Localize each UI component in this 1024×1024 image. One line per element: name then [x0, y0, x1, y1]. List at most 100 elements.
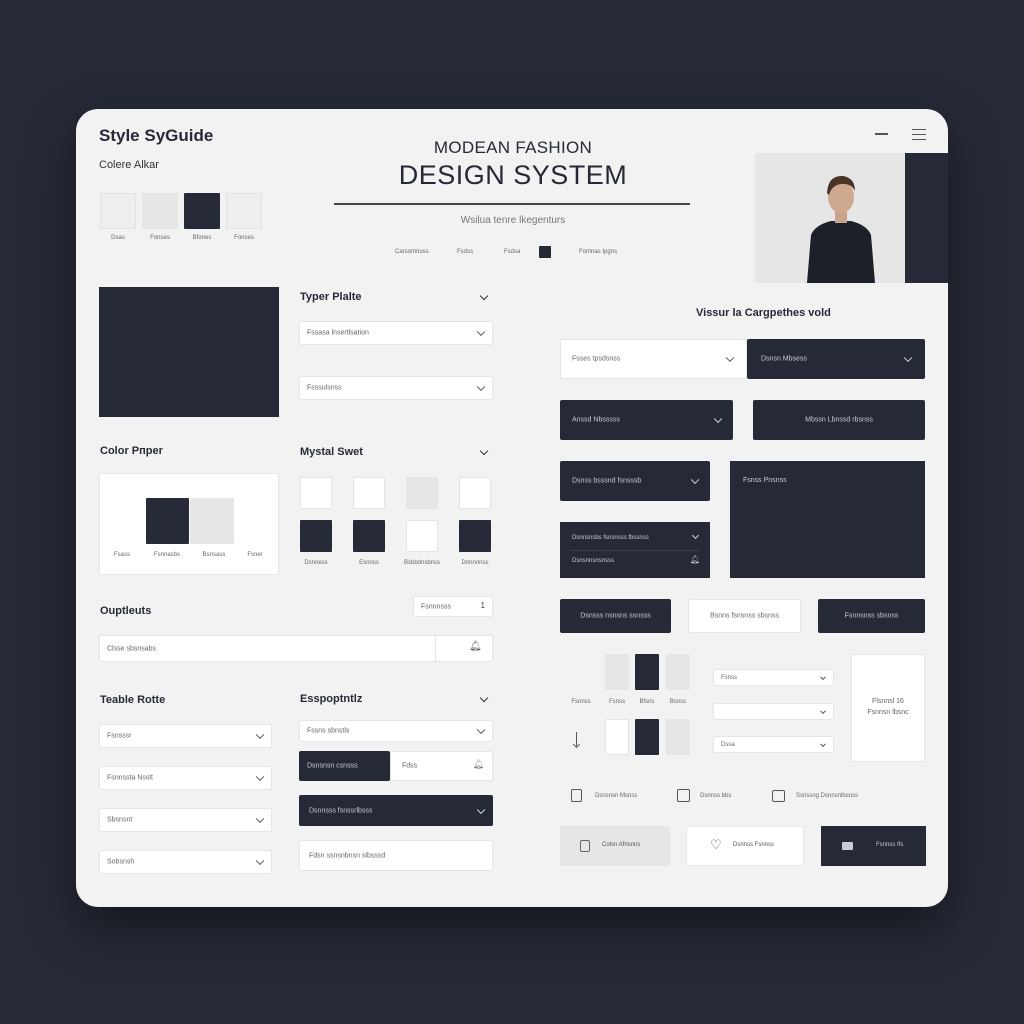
bell-icon[interactable]: 🔔︎ [473, 759, 484, 770]
mystal-swatch[interactable] [459, 520, 491, 552]
hero-link[interactable]: Fsdsa [504, 249, 520, 255]
top-swatch-4[interactable] [226, 193, 262, 229]
outfields-input[interactable]: Clsse sbsnsabs 🔔︎ [99, 635, 493, 662]
mini-select-1[interactable]: Fsnss [713, 669, 834, 686]
mini-select-3[interactable]: Dssa [713, 736, 834, 753]
select-label: Fsnnssta Nsslt [107, 774, 153, 782]
vc-dark-select-2[interactable]: Anssd Nbsssss [560, 400, 733, 440]
mystal-swatch[interactable] [300, 520, 332, 552]
vc-dark-button[interactable]: Mbssn Lbnssd rbsnss [753, 400, 925, 440]
arrow-down-icon-head [572, 740, 581, 749]
model-photo [755, 153, 948, 283]
type-palette-title: Typer Plalte [300, 291, 362, 303]
mystal-swatch[interactable] [353, 520, 385, 552]
chevron-down-icon[interactable] [479, 291, 489, 301]
mini-swatch[interactable] [635, 654, 659, 690]
top-swatch-3[interactable] [184, 193, 220, 229]
mini-swatch[interactable] [666, 654, 690, 690]
mystal-swatch[interactable] [406, 520, 438, 552]
mystal-swatch[interactable] [459, 477, 491, 509]
exports-split-right[interactable]: Fdss 🔔︎ [390, 751, 493, 781]
vc-button-dark-1[interactable]: Dsnsss nsnsns ssnsss [560, 599, 671, 633]
hamburger-menu-icon[interactable] [912, 129, 926, 140]
checkbox-icon[interactable] [677, 789, 690, 802]
mystal-swatch[interactable] [353, 477, 385, 509]
mini-swatch[interactable] [605, 719, 629, 755]
checkbox-icon[interactable] [571, 789, 582, 802]
table-rotte-select-1[interactable]: Fsnsssr [99, 724, 272, 748]
hero-line1: MODEAN FASHION [433, 138, 593, 157]
check-label: Dsnsnsn Msnss [595, 793, 638, 799]
mini-select-2[interactable] [713, 703, 834, 720]
tile-white[interactable]: ♡ Dsnnss Fsnnss [686, 826, 804, 866]
heart-icon: ♡ [710, 837, 722, 852]
chevron-down-icon [820, 740, 826, 747]
counter-field[interactable]: Fsnnnsss 1 [413, 596, 493, 617]
mystal-swatch[interactable] [406, 477, 438, 509]
mystal-swatch[interactable] [300, 477, 332, 509]
table-rotte-select-4[interactable]: Sobsnsh [99, 850, 272, 874]
top-swatch-1[interactable] [100, 193, 136, 229]
exports-title: Esspoрtntlz [300, 693, 363, 705]
exports-split-left[interactable]: Dsnsnsn csnsss [299, 751, 390, 781]
tile-label: Fsnnss Ifs [876, 842, 904, 848]
chevron-down-icon[interactable] [479, 446, 489, 456]
tile-label: Dsnnss Fsnnss [733, 842, 775, 848]
hero-dark-block [99, 287, 279, 417]
split-label: Fdss [402, 762, 418, 770]
exports-input[interactable]: Fdsn ssnsnbnsn slbsssd [299, 840, 493, 871]
mini-swatch[interactable] [666, 719, 690, 755]
table-rotte-select-2[interactable]: Fsnnssta Nsslt [99, 766, 272, 790]
chevron-down-icon [690, 475, 700, 485]
outfields-title: Ouptleuts [100, 605, 152, 617]
bell-icon[interactable]: 🔔︎ [690, 555, 700, 564]
vc-select-dark[interactable]: Dsnsn Mbsess [747, 339, 925, 379]
styleguide-card: Style SyGuide Colere Alkar Dsas Fonses B… [76, 109, 948, 907]
chevron-down-icon [255, 730, 265, 740]
hero-link[interactable]: Carsomnuss [395, 249, 429, 255]
hero-line2: DESIGN SYSTEM [398, 160, 628, 190]
tile-light[interactable]: Colsn Afrlsnns [560, 826, 670, 866]
mystal-label: Dsnness [304, 560, 328, 566]
minimize-icon[interactable] [875, 133, 888, 135]
chevron-down-icon[interactable] [479, 693, 489, 703]
checkbox-icon[interactable] [772, 790, 785, 802]
select-label: Dsnsn Mbsess [761, 355, 807, 363]
select-label: Fsses tpsdsnss [572, 355, 621, 363]
chevron-down-icon [476, 805, 486, 814]
exports-select[interactable]: Fssns sbnstls [299, 720, 493, 742]
outfields-placeholder: Clsse sbsnsabs [107, 645, 157, 652]
vc-stacked-field[interactable]: Dsnnsnsbs fsnsnsss fbssnss Dsnsnnsnsnsss… [560, 522, 710, 578]
stack-line-2: Dsnsnnsnsnsss [572, 558, 615, 564]
mini-swatch-label: Bfsns [639, 699, 655, 705]
vc-select-light[interactable]: Fsses tpsdsnss [560, 339, 747, 379]
top-swatch-2[interactable] [142, 193, 178, 229]
type-palette-select-2[interactable]: Fsssulsnss [299, 376, 493, 400]
color-paper-light-swatch[interactable] [190, 498, 234, 544]
exports-dark-select[interactable]: Dsnnsss fsnssrlbsss [299, 795, 493, 826]
table-rotte-select-3[interactable]: Sbsnsnt [99, 808, 272, 832]
select-label: Fsnss [721, 674, 738, 681]
stack-divider [570, 550, 700, 551]
chevron-down-icon [725, 353, 735, 363]
hero-swatch-chip[interactable] [539, 246, 551, 258]
select-label: Fsnsssr [107, 732, 132, 740]
vc-dark-select-3[interactable]: Dsnss bsssnd fsnsssb [560, 461, 710, 501]
hero-link[interactable]: Fomnas Ipgns [579, 249, 617, 255]
tile-dark[interactable]: Fsnnss Ifs [821, 826, 926, 866]
mini-swatch[interactable] [605, 654, 629, 690]
vc-card-label: Fsnss Pnsnss [743, 477, 787, 484]
mystal-label: Bsbbdnsbnss [403, 560, 441, 566]
bell-icon[interactable]: 🔔︎ [469, 641, 482, 652]
mini-swatch-label: Fsnnss [571, 699, 591, 705]
app-title: Style SyGuide [99, 126, 214, 145]
vc-dark-card: Fsnss Pnsnss [730, 461, 925, 578]
vc-button-dark-2[interactable]: Fsnnsnss sbsnss [818, 599, 925, 633]
chevron-down-icon[interactable] [691, 531, 700, 540]
mini-swatch[interactable] [635, 719, 659, 755]
color-paper-dark-swatch[interactable] [146, 498, 189, 544]
hero-link[interactable]: Fsdss [457, 249, 473, 255]
type-palette-select-1[interactable]: Fssasa lnsertlsation [299, 321, 493, 345]
vc-button-light[interactable]: Bsnns fsnsnss sbsnss [688, 599, 801, 633]
select-label: Dsnss bsssnd fsnsssb [572, 477, 642, 485]
